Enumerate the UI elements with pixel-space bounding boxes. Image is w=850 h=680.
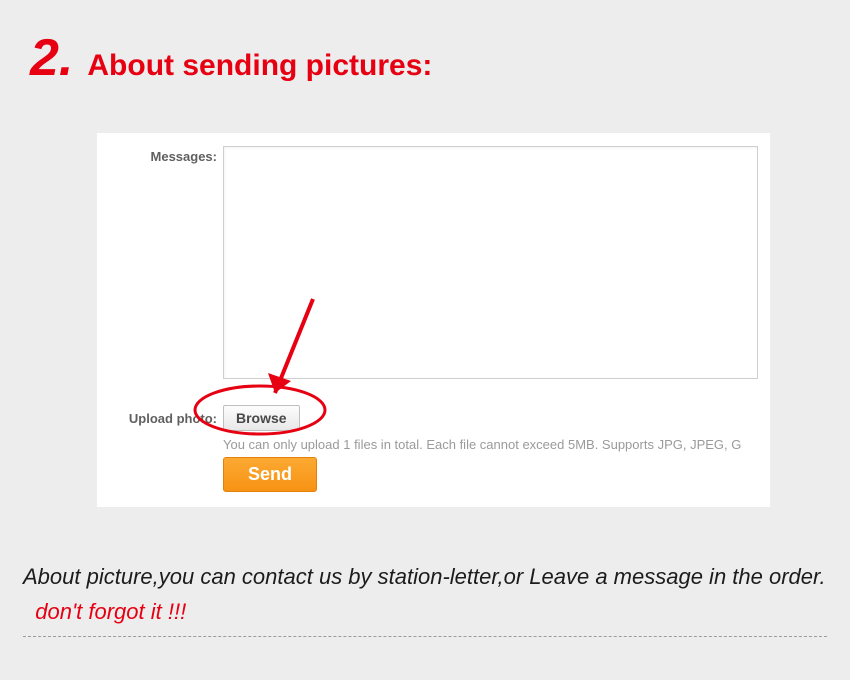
send-button[interactable]: Send bbox=[223, 457, 317, 492]
upload-hint: You can only upload 1 files in total. Ea… bbox=[223, 437, 770, 452]
divider-line bbox=[23, 636, 827, 637]
footer-text: About picture,you can contact us by stat… bbox=[23, 559, 827, 629]
heading-title: About sending pictures: bbox=[87, 49, 432, 83]
footer-emphasis: don't forgot it !!! bbox=[35, 599, 186, 624]
heading-number: 2. bbox=[30, 28, 73, 88]
browse-button[interactable]: Browse bbox=[223, 405, 300, 431]
footer-line: About picture,you can contact us by stat… bbox=[23, 564, 826, 589]
section-heading: 2. About sending pictures: bbox=[30, 28, 432, 88]
message-panel: Messages: Upload photo: Browse You can o… bbox=[97, 133, 770, 507]
messages-label: Messages: bbox=[137, 149, 217, 164]
messages-input[interactable] bbox=[223, 146, 758, 379]
upload-photo-label: Upload photo: bbox=[107, 411, 217, 426]
